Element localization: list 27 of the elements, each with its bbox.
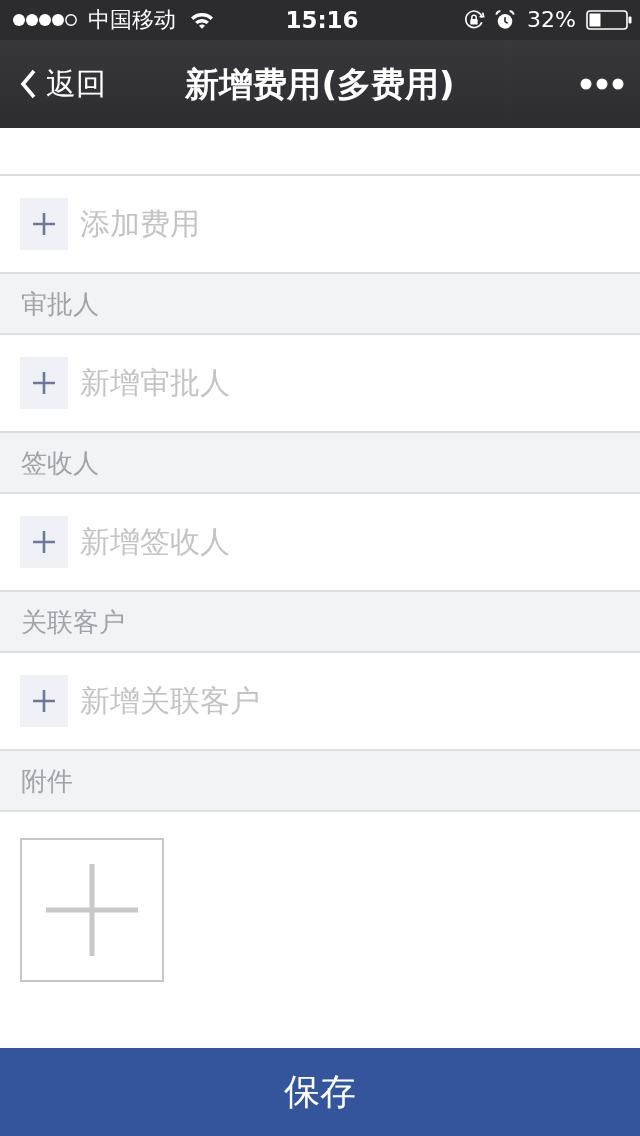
battery-icon — [586, 10, 632, 30]
page-title: 新增费用(多费用) — [185, 63, 455, 105]
add-entry-button[interactable]: 新增审批人 — [20, 357, 230, 409]
status-time: 15:16 — [285, 7, 359, 33]
save-button[interactable]: 保存 — [0, 1048, 640, 1136]
signal-strength-icon — [12, 13, 78, 27]
rotation-lock-icon — [463, 9, 486, 31]
wifi-icon — [190, 11, 214, 29]
section-title: 附件 — [21, 764, 73, 797]
more-icon — [580, 78, 624, 90]
plus-icon — [20, 516, 68, 568]
alarm-clock-icon — [495, 10, 516, 30]
battery-percentage: 32% — [527, 7, 576, 33]
plus-icon — [46, 864, 138, 956]
section-title: 关联客户 — [21, 605, 125, 638]
add-expense-button[interactable]: 添加费用 — [20, 198, 200, 250]
plus-icon — [20, 675, 68, 727]
chevron-left-icon — [20, 69, 36, 99]
section-title: 审批人 — [21, 287, 99, 320]
plus-icon — [20, 198, 68, 250]
carrier-name: 中国移动 — [88, 7, 176, 33]
back-button[interactable]: 返回 — [20, 66, 106, 102]
section-title: 签收人 — [21, 446, 99, 479]
plus-icon — [20, 357, 68, 409]
add-entry-button[interactable]: 新增签收人 — [20, 516, 230, 568]
add-entry-button[interactable]: 新增关联客户 — [20, 675, 260, 727]
more-button[interactable] — [580, 78, 624, 90]
